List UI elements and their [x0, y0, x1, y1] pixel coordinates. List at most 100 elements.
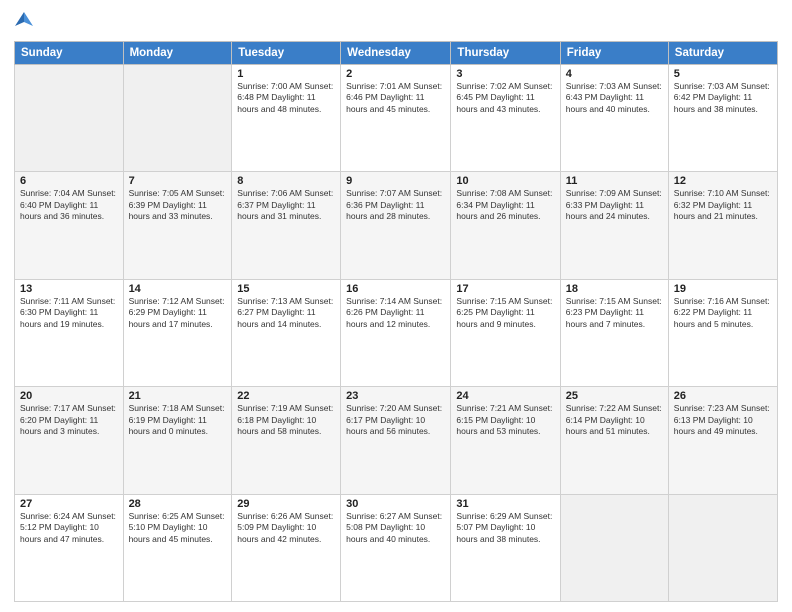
calendar-week-row-4: 20Sunrise: 7:17 AM Sunset: 6:20 PM Dayli… [15, 387, 778, 494]
day-number: 20 [20, 390, 118, 402]
calendar-week-row-5: 27Sunrise: 6:24 AM Sunset: 5:12 PM Dayli… [15, 494, 778, 601]
calendar-table: SundayMondayTuesdayWednesdayThursdayFrid… [14, 41, 778, 602]
day-info: Sunrise: 6:25 AM Sunset: 5:10 PM Dayligh… [129, 511, 227, 545]
day-number: 22 [237, 390, 335, 402]
day-number: 16 [346, 283, 445, 295]
calendar-cell: 25Sunrise: 7:22 AM Sunset: 6:14 PM Dayli… [560, 387, 668, 494]
day-number: 27 [20, 498, 118, 510]
day-info: Sunrise: 7:13 AM Sunset: 6:27 PM Dayligh… [237, 296, 335, 330]
day-number: 7 [129, 175, 227, 187]
day-info: Sunrise: 7:23 AM Sunset: 6:13 PM Dayligh… [674, 403, 772, 437]
calendar-cell: 23Sunrise: 7:20 AM Sunset: 6:17 PM Dayli… [341, 387, 451, 494]
day-number: 18 [566, 283, 663, 295]
day-number: 1 [237, 68, 335, 80]
day-info: Sunrise: 6:27 AM Sunset: 5:08 PM Dayligh… [346, 511, 445, 545]
day-number: 23 [346, 390, 445, 402]
day-info: Sunrise: 7:17 AM Sunset: 6:20 PM Dayligh… [20, 403, 118, 437]
calendar-cell: 13Sunrise: 7:11 AM Sunset: 6:30 PM Dayli… [15, 279, 124, 386]
day-info: Sunrise: 7:03 AM Sunset: 6:43 PM Dayligh… [566, 81, 663, 115]
day-info: Sunrise: 7:07 AM Sunset: 6:36 PM Dayligh… [346, 188, 445, 222]
calendar-header-thursday: Thursday [451, 42, 560, 65]
day-number: 5 [674, 68, 772, 80]
calendar-header-row: SundayMondayTuesdayWednesdayThursdayFrid… [15, 42, 778, 65]
day-number: 13 [20, 283, 118, 295]
calendar-header-monday: Monday [123, 42, 232, 65]
calendar-header-saturday: Saturday [668, 42, 777, 65]
day-number: 31 [456, 498, 554, 510]
calendar-cell [123, 65, 232, 172]
calendar-cell: 4Sunrise: 7:03 AM Sunset: 6:43 PM Daylig… [560, 65, 668, 172]
day-info: Sunrise: 6:24 AM Sunset: 5:12 PM Dayligh… [20, 511, 118, 545]
day-number: 9 [346, 175, 445, 187]
calendar-cell: 26Sunrise: 7:23 AM Sunset: 6:13 PM Dayli… [668, 387, 777, 494]
calendar-cell: 31Sunrise: 6:29 AM Sunset: 5:07 PM Dayli… [451, 494, 560, 601]
logo-bird-icon [15, 10, 33, 28]
calendar-cell: 7Sunrise: 7:05 AM Sunset: 6:39 PM Daylig… [123, 172, 232, 279]
calendar-cell: 2Sunrise: 7:01 AM Sunset: 6:46 PM Daylig… [341, 65, 451, 172]
calendar-cell: 16Sunrise: 7:14 AM Sunset: 6:26 PM Dayli… [341, 279, 451, 386]
calendar-cell: 28Sunrise: 6:25 AM Sunset: 5:10 PM Dayli… [123, 494, 232, 601]
calendar-week-row-3: 13Sunrise: 7:11 AM Sunset: 6:30 PM Dayli… [15, 279, 778, 386]
day-number: 3 [456, 68, 554, 80]
day-info: Sunrise: 7:09 AM Sunset: 6:33 PM Dayligh… [566, 188, 663, 222]
calendar-cell: 8Sunrise: 7:06 AM Sunset: 6:37 PM Daylig… [232, 172, 341, 279]
day-number: 14 [129, 283, 227, 295]
day-number: 24 [456, 390, 554, 402]
calendar-cell: 29Sunrise: 6:26 AM Sunset: 5:09 PM Dayli… [232, 494, 341, 601]
day-info: Sunrise: 7:20 AM Sunset: 6:17 PM Dayligh… [346, 403, 445, 437]
day-info: Sunrise: 7:03 AM Sunset: 6:42 PM Dayligh… [674, 81, 772, 115]
calendar-cell: 3Sunrise: 7:02 AM Sunset: 6:45 PM Daylig… [451, 65, 560, 172]
day-info: Sunrise: 7:15 AM Sunset: 6:23 PM Dayligh… [566, 296, 663, 330]
calendar-cell: 18Sunrise: 7:15 AM Sunset: 6:23 PM Dayli… [560, 279, 668, 386]
calendar-week-row-2: 6Sunrise: 7:04 AM Sunset: 6:40 PM Daylig… [15, 172, 778, 279]
day-info: Sunrise: 7:05 AM Sunset: 6:39 PM Dayligh… [129, 188, 227, 222]
day-info: Sunrise: 7:21 AM Sunset: 6:15 PM Dayligh… [456, 403, 554, 437]
day-info: Sunrise: 7:04 AM Sunset: 6:40 PM Dayligh… [20, 188, 118, 222]
day-info: Sunrise: 7:14 AM Sunset: 6:26 PM Dayligh… [346, 296, 445, 330]
calendar-cell: 22Sunrise: 7:19 AM Sunset: 6:18 PM Dayli… [232, 387, 341, 494]
day-info: Sunrise: 7:16 AM Sunset: 6:22 PM Dayligh… [674, 296, 772, 330]
calendar-cell: 9Sunrise: 7:07 AM Sunset: 6:36 PM Daylig… [341, 172, 451, 279]
day-info: Sunrise: 6:29 AM Sunset: 5:07 PM Dayligh… [456, 511, 554, 545]
day-number: 30 [346, 498, 445, 510]
day-number: 15 [237, 283, 335, 295]
day-info: Sunrise: 7:06 AM Sunset: 6:37 PM Dayligh… [237, 188, 335, 222]
day-number: 4 [566, 68, 663, 80]
logo [14, 10, 33, 33]
calendar-cell: 10Sunrise: 7:08 AM Sunset: 6:34 PM Dayli… [451, 172, 560, 279]
calendar-cell: 19Sunrise: 7:16 AM Sunset: 6:22 PM Dayli… [668, 279, 777, 386]
calendar-cell: 6Sunrise: 7:04 AM Sunset: 6:40 PM Daylig… [15, 172, 124, 279]
calendar-cell: 27Sunrise: 6:24 AM Sunset: 5:12 PM Dayli… [15, 494, 124, 601]
day-number: 12 [674, 175, 772, 187]
day-number: 28 [129, 498, 227, 510]
day-number: 25 [566, 390, 663, 402]
day-number: 26 [674, 390, 772, 402]
day-number: 21 [129, 390, 227, 402]
page: SundayMondayTuesdayWednesdayThursdayFrid… [0, 0, 792, 612]
calendar-cell [15, 65, 124, 172]
calendar-cell: 20Sunrise: 7:17 AM Sunset: 6:20 PM Dayli… [15, 387, 124, 494]
calendar-header-tuesday: Tuesday [232, 42, 341, 65]
calendar-cell: 15Sunrise: 7:13 AM Sunset: 6:27 PM Dayli… [232, 279, 341, 386]
day-info: Sunrise: 7:10 AM Sunset: 6:32 PM Dayligh… [674, 188, 772, 222]
day-info: Sunrise: 7:01 AM Sunset: 6:46 PM Dayligh… [346, 81, 445, 115]
day-info: Sunrise: 7:02 AM Sunset: 6:45 PM Dayligh… [456, 81, 554, 115]
day-info: Sunrise: 7:11 AM Sunset: 6:30 PM Dayligh… [20, 296, 118, 330]
calendar-cell: 1Sunrise: 7:00 AM Sunset: 6:48 PM Daylig… [232, 65, 341, 172]
day-number: 2 [346, 68, 445, 80]
day-number: 11 [566, 175, 663, 187]
day-info: Sunrise: 7:12 AM Sunset: 6:29 PM Dayligh… [129, 296, 227, 330]
calendar-cell: 17Sunrise: 7:15 AM Sunset: 6:25 PM Dayli… [451, 279, 560, 386]
calendar-cell [668, 494, 777, 601]
day-info: Sunrise: 7:18 AM Sunset: 6:19 PM Dayligh… [129, 403, 227, 437]
calendar-header-friday: Friday [560, 42, 668, 65]
calendar-cell: 12Sunrise: 7:10 AM Sunset: 6:32 PM Dayli… [668, 172, 777, 279]
day-number: 29 [237, 498, 335, 510]
day-number: 6 [20, 175, 118, 187]
header [14, 10, 778, 33]
day-info: Sunrise: 7:19 AM Sunset: 6:18 PM Dayligh… [237, 403, 335, 437]
day-number: 17 [456, 283, 554, 295]
calendar-header-sunday: Sunday [15, 42, 124, 65]
day-info: Sunrise: 7:08 AM Sunset: 6:34 PM Dayligh… [456, 188, 554, 222]
calendar-week-row-1: 1Sunrise: 7:00 AM Sunset: 6:48 PM Daylig… [15, 65, 778, 172]
